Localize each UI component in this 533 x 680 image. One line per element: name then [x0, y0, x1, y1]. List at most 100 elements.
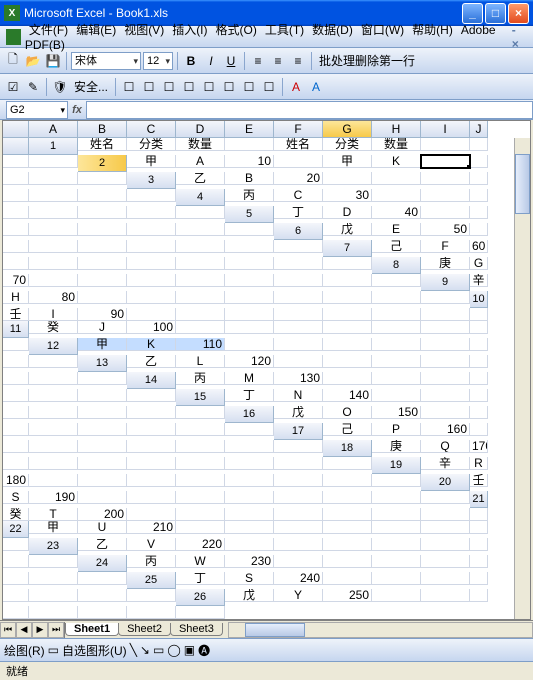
cell[interactable]: 甲	[127, 155, 176, 168]
row-header[interactable]: 14	[127, 372, 176, 389]
cell[interactable]	[127, 508, 176, 521]
cell[interactable]	[372, 572, 421, 585]
cell[interactable]	[3, 589, 29, 602]
select-all-corner[interactable]	[3, 121, 29, 138]
cell[interactable]	[3, 406, 29, 419]
cell[interactable]	[323, 491, 372, 504]
cell[interactable]: Q	[421, 440, 470, 453]
tab-nav-prev[interactable]: ◀	[16, 622, 32, 638]
row-header[interactable]: 24	[78, 555, 127, 572]
cell[interactable]: 己	[372, 240, 421, 253]
cell[interactable]	[225, 491, 274, 504]
fx-button[interactable]: fx	[68, 104, 86, 116]
cell[interactable]	[29, 423, 78, 436]
cell[interactable]: W	[176, 555, 225, 568]
cell[interactable]: 190	[29, 491, 78, 504]
cell[interactable]	[372, 555, 421, 568]
cell[interactable]: O	[323, 406, 372, 419]
cell[interactable]: 10	[225, 155, 274, 168]
row-header[interactable]: 2	[78, 155, 127, 172]
cell[interactable]	[274, 508, 323, 521]
cell[interactable]	[176, 321, 225, 334]
new-button[interactable]: 🗋	[4, 52, 22, 70]
cell[interactable]: 丙	[225, 189, 274, 202]
cell[interactable]: T	[29, 508, 78, 521]
cell[interactable]	[225, 274, 274, 287]
cell[interactable]	[78, 474, 127, 487]
menu-item[interactable]: 视图(V)	[120, 21, 168, 39]
cell[interactable]	[29, 240, 78, 253]
cell[interactable]: K	[372, 155, 421, 168]
row-header[interactable]: 17	[274, 423, 323, 440]
cell[interactable]	[3, 172, 29, 185]
cell[interactable]	[323, 372, 372, 385]
cell[interactable]	[470, 206, 488, 219]
cell[interactable]	[3, 440, 29, 453]
cell[interactable]	[421, 338, 470, 351]
cell[interactable]	[29, 474, 78, 487]
cell[interactable]: Y	[274, 589, 323, 602]
cell[interactable]	[372, 508, 421, 521]
tb-g[interactable]: ☐	[240, 78, 258, 96]
cell[interactable]	[323, 555, 372, 568]
cell[interactable]	[274, 291, 323, 304]
arrow-icon[interactable]: ↘	[140, 643, 150, 657]
cell[interactable]	[323, 308, 372, 321]
tb-f[interactable]: ☐	[220, 78, 238, 96]
cell[interactable]: 分类	[127, 138, 176, 151]
font-name-combo[interactable]: 宋体	[71, 52, 141, 70]
pointer-icon[interactable]: ▭	[48, 643, 59, 657]
cell[interactable]: 220	[176, 538, 225, 551]
cell[interactable]	[78, 440, 127, 453]
cell[interactable]: R	[470, 457, 488, 470]
cell[interactable]	[470, 555, 488, 568]
tb-a[interactable]: ☐	[120, 78, 138, 96]
autoshape-menu[interactable]: 自选图形(U)	[62, 642, 127, 659]
cell[interactable]: 230	[225, 555, 274, 568]
cell[interactable]	[421, 206, 470, 219]
tb-h[interactable]: ☐	[260, 78, 278, 96]
cell[interactable]: 乙	[176, 172, 225, 185]
cell[interactable]	[3, 155, 29, 168]
cell[interactable]: 丁	[176, 572, 225, 585]
tb-d[interactable]: ☐	[180, 78, 198, 96]
cell[interactable]	[323, 338, 372, 351]
cell[interactable]	[372, 521, 421, 534]
cell[interactable]	[29, 274, 78, 287]
cell[interactable]	[421, 521, 470, 534]
cell[interactable]	[78, 274, 127, 287]
fill-color-button[interactable]: A	[307, 78, 325, 96]
cell[interactable]	[78, 240, 127, 253]
cell[interactable]	[225, 457, 274, 470]
cell[interactable]	[127, 308, 176, 321]
cell[interactable]	[421, 538, 470, 551]
cell[interactable]: 80	[29, 291, 78, 304]
cell[interactable]	[274, 555, 323, 568]
cell[interactable]	[78, 606, 127, 619]
cell[interactable]	[127, 606, 176, 619]
cell[interactable]	[78, 423, 127, 436]
sheet-tab[interactable]: Sheet1	[65, 623, 119, 636]
cell[interactable]: V	[127, 538, 176, 551]
cell[interactable]: 数量	[176, 138, 225, 151]
cell[interactable]	[127, 491, 176, 504]
cell[interactable]: 姓名	[78, 138, 127, 151]
cell[interactable]	[470, 355, 488, 368]
cell[interactable]: 100	[127, 321, 176, 334]
cell[interactable]: J	[78, 321, 127, 334]
cell[interactable]	[225, 521, 274, 534]
cell[interactable]: 40	[372, 206, 421, 219]
cell[interactable]	[3, 606, 29, 619]
col-header[interactable]: H	[372, 121, 421, 138]
cell[interactable]: 辛	[470, 274, 488, 287]
cell[interactable]	[176, 308, 225, 321]
cell[interactable]	[127, 206, 176, 219]
cell[interactable]	[3, 355, 29, 368]
cell[interactable]	[3, 457, 29, 470]
cell[interactable]	[127, 291, 176, 304]
cell[interactable]	[176, 423, 225, 436]
cell[interactable]	[421, 308, 470, 321]
cell[interactable]: 60	[470, 240, 488, 253]
cell[interactable]	[470, 521, 488, 534]
cell[interactable]	[274, 308, 323, 321]
